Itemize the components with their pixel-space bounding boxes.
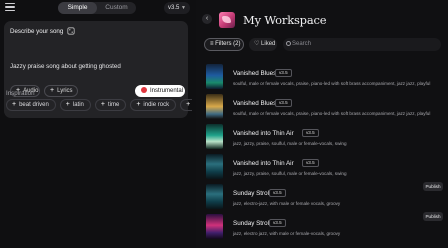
workspace-title: My Workspace [243,13,327,27]
version-badge: v3.5 [302,159,319,167]
plus-icon: + [136,101,141,108]
song-cover-image[interactable] [206,94,223,119]
publish-button[interactable]: Publish [423,182,443,191]
toggle-dot-icon [141,87,147,93]
song-row[interactable]: Sunday Stroll v3.5 jazz, electro jazz, w… [196,212,448,242]
version-badge: v3.5 [269,189,286,197]
song-title[interactable]: Sunday Stroll [233,190,270,197]
song-cover-image[interactable] [206,184,223,209]
plus-icon: + [50,87,55,94]
liked-filter-button[interactable]: ♡ Liked [249,38,277,51]
inspiration-label: Inspiration [6,90,35,97]
inspiration-tags: +beat driven +latin +time +indie rock +k… [6,99,192,113]
song-tags: jazz, electro jazz, with male or female-… [233,231,341,236]
version-badge: v3.5 [269,219,286,227]
heart-icon: ♡ [254,41,262,47]
song-row[interactable]: Vanished Blues v3.5 soulful, male or fem… [196,92,448,122]
song-prompt-input[interactable]: Jazzy praise song about getting ghosted [10,63,121,70]
search-icon [286,41,291,46]
model-version-label: v3.5 [168,5,180,11]
model-version-select[interactable]: v3.5 ▼ [164,2,190,14]
song-tags: jazz, electro-jazz, with male or female … [233,201,341,206]
liked-label: Liked [261,41,276,47]
inspiration-tag[interactable]: +keys [180,99,192,111]
inspiration-tag[interactable]: + latin [59,99,91,111]
lyrics-label: Lyrics [57,88,73,94]
menu-icon[interactable] [5,3,15,12]
instrumental-toggle[interactable]: Instrumental [135,85,185,97]
version-badge: v3.5 [275,69,292,77]
plus-icon: + [12,101,17,108]
song-list: Vanished Blues v3.5 soulful, male or fem… [196,62,448,242]
song-title[interactable]: Vanished Blues [233,70,276,77]
song-cover-image[interactable] [206,214,223,239]
chevron-down-icon: ▼ [181,5,186,11]
plus-icon: + [100,101,105,108]
mode-toggle: Simple Custom [58,2,136,14]
tag-label: indie rock [143,102,170,108]
song-row[interactable]: Vanished Blues v3.5 soulful, male or fem… [196,62,448,92]
tag-label: beat driven [19,102,49,108]
publish-button[interactable]: Publish [423,212,443,221]
tag-label: latin [72,102,84,108]
create-topbar: Simple Custom v3.5 ▼ [0,0,196,16]
song-row[interactable]: Vanished into Thin Air v3.5 jazz, jazzy,… [196,152,448,182]
plus-icon: + [186,101,191,108]
version-badge: v3.5 [302,129,319,137]
filters-button[interactable]: ≡ Filters (2) [204,38,244,51]
instrumental-label: Instrumental [150,88,184,94]
workspace-panel: ‹ My Workspace ≡ Filters (2) ♡ Liked Sea… [196,0,448,248]
song-tags: soulful, male or female vocals, praise, … [233,81,431,86]
song-tags: jazz, jazzy, praise, soulful, male or fe… [233,171,347,176]
song-cover-image[interactable] [206,124,223,149]
song-title[interactable]: Vanished into Thin Air [233,130,294,137]
song-title[interactable]: Vanished Blues [233,100,276,107]
mode-custom-tab[interactable]: Custom [97,2,136,14]
song-cover-image[interactable] [206,64,223,89]
describe-label: Describe your song [10,28,64,35]
plus-icon: + [65,101,70,108]
song-tags: soulful, male or female vocals, praise, … [233,111,431,116]
filters-label: Filters (2) [215,41,241,47]
tag-label: time [107,102,120,108]
add-lyrics-button[interactable]: + Lyrics [44,85,78,97]
song-row[interactable]: Sunday Stroll v3.5 jazz, electro-jazz, w… [196,182,448,212]
song-row[interactable]: Vanished into Thin Air v3.5 jazz, jazzy,… [196,122,448,152]
search-placeholder: Search [292,41,312,47]
inspiration-tag[interactable]: + time [94,99,127,111]
dice-icon[interactable] [67,27,75,35]
back-chevron-icon[interactable]: ‹ [202,14,212,24]
song-cover-image[interactable] [206,154,223,179]
inspiration-tag[interactable]: + indie rock [130,99,177,111]
version-badge: v3.5 [275,99,292,107]
search-input[interactable]: Search [283,38,441,51]
song-title[interactable]: Sunday Stroll [233,220,270,227]
mode-simple-tab[interactable]: Simple [58,2,97,14]
inspiration-tag[interactable]: + beat driven [6,99,56,111]
song-tags: jazz, jazzy, praise, soulful, male or fe… [233,141,347,146]
song-title[interactable]: Vanished into Thin Air [233,160,294,167]
create-panel: Simple Custom v3.5 ▼ Describe your song … [0,0,196,248]
workspace-cover-image [219,12,235,28]
